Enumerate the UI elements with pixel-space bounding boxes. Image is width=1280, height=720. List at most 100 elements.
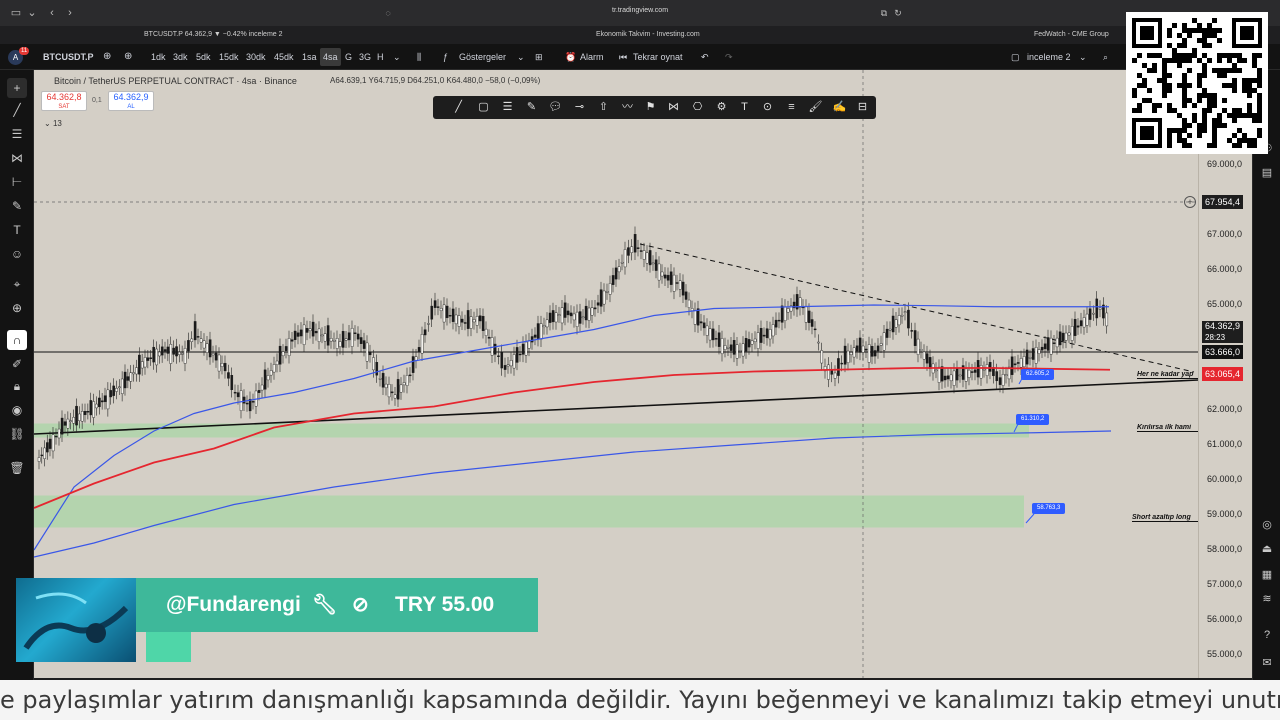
candles-icon[interactable]: ⫼ [414, 48, 424, 66]
lock-drawings-icon[interactable]: ✐ [7, 354, 27, 374]
reload-icon[interactable]: ↻ [890, 5, 906, 21]
candle-body [813, 328, 817, 331]
help-icon[interactable]: ? [1258, 626, 1276, 644]
rectangle-icon[interactable]: ▢ [475, 99, 492, 116]
text-icon[interactable]: T [736, 99, 753, 116]
node-icon[interactable]: ⎔ [689, 99, 706, 116]
chevron-down-icon[interactable]: ⌄ [390, 48, 404, 66]
target-icon[interactable]: ◎ [1258, 516, 1276, 534]
timeframe-h[interactable]: H [374, 48, 387, 66]
emoji-icon[interactable]: ☺ [7, 244, 27, 264]
horizontal-ray-icon[interactable]: ⊸ [571, 99, 588, 116]
timeframe-1sa[interactable]: 1sa [299, 48, 320, 66]
replay-icon[interactable]: ⏮ [616, 48, 630, 66]
qr-module [1167, 73, 1172, 78]
back-icon[interactable]: ‹ [44, 5, 60, 21]
price-axis[interactable]: 69.000,0 67.000,0 66.000,0 65.000,0 62.0… [1198, 70, 1252, 678]
ideas-icon[interactable]: ▤ [1258, 164, 1276, 182]
timeframe-3dk[interactable]: 3dk [170, 48, 191, 66]
timeframe-45dk[interactable]: 45dk [271, 48, 297, 66]
indicators-icon[interactable]: ƒ [440, 48, 451, 66]
line-icon[interactable]: ╱ [450, 99, 467, 116]
fib-icon[interactable]: ☰ [7, 124, 27, 144]
symbol-search[interactable]: BTCUSDT.P [40, 48, 97, 66]
tab-tradingview[interactable]: BTCUSDT.P 64.362,9 ▼ −0.42% inceleme 2 [144, 28, 283, 42]
timeframe-5dk[interactable]: 5dk [193, 48, 214, 66]
shield-icon[interactable]: ◌ [380, 5, 396, 21]
replay-button[interactable]: Tekrar oynat [630, 48, 686, 66]
indicators-button[interactable]: Göstergeler [456, 48, 509, 66]
redo-icon[interactable]: ↷ [722, 48, 736, 66]
chevron-down-icon[interactable]: ⌄ [24, 5, 40, 21]
timeframe-30dk[interactable]: 30dk [243, 48, 269, 66]
rss-icon[interactable]: ≋ [1258, 590, 1276, 608]
pattern-icon[interactable]: ⋈ [665, 99, 682, 116]
add-symbol-icon[interactable]: ⊕ [121, 48, 135, 66]
search-icon[interactable]: ⌕ [1100, 48, 1111, 66]
timeframe-1dk[interactable]: 1dk [148, 48, 169, 66]
layout-icon[interactable]: ▢ [1008, 48, 1023, 66]
browser-tabs: BTCUSDT.P 64.362,9 ▼ −0.42% inceleme 2 E… [0, 26, 1280, 44]
candle-body [515, 347, 519, 363]
crosshair-circle-icon[interactable]: ⊙ [759, 99, 776, 116]
brush-icon[interactable]: ✎ [7, 196, 27, 216]
measure-icon[interactable]: ⊟ [854, 99, 871, 116]
timeframe-3g[interactable]: 3G [356, 48, 374, 66]
tab-investing[interactable]: Ekonomik Takvim - Investing.com [596, 28, 700, 42]
notification-icon[interactable]: ✉ [1258, 654, 1276, 672]
qr-module [1207, 98, 1212, 103]
alarm-button[interactable]: Alarm [577, 48, 607, 66]
note-1[interactable]: Her ne kadar yap [1137, 371, 1198, 379]
lock-icon[interactable]: 🔒︎ [7, 376, 27, 396]
zoom-icon[interactable]: ⊕ [7, 298, 27, 318]
layout-name[interactable]: inceleme 2 [1024, 48, 1074, 66]
sell-button[interactable]: 64.362,8 SAT [41, 91, 87, 111]
list-icon[interactable]: ≡ [783, 99, 800, 116]
add-alert-icon[interactable]: + [1184, 196, 1196, 208]
timeframe-g[interactable]: G [342, 48, 355, 66]
buy-button[interactable]: 64.362,9 AL [108, 91, 154, 111]
timeframe-4sa[interactable]: 4sa [320, 48, 341, 66]
qr-module [1227, 53, 1232, 58]
chevron-down-icon[interactable]: ⌄ [514, 48, 528, 66]
ruler-icon[interactable]: ⌖ [7, 274, 27, 294]
note-3[interactable]: Short azaltıp long [1132, 514, 1198, 522]
settings-icon[interactable]: ⚙ [713, 99, 730, 116]
qr-module [1212, 143, 1217, 148]
note-2[interactable]: Kırılırsa ilk hami [1137, 424, 1198, 432]
callout-icon[interactable]: 💬︎ [547, 99, 564, 116]
tab-fedwatch[interactable]: FedWatch - CME Group [1034, 28, 1109, 42]
wave-icon[interactable]: 〰 [619, 99, 636, 116]
trendline-icon[interactable]: ╱ [7, 100, 27, 120]
indicators-collapse[interactable]: ⌄ 13 [44, 119, 62, 128]
pattern-icon[interactable]: ⋈ [7, 148, 27, 168]
arrow-up-icon[interactable]: ⇧ [595, 99, 612, 116]
brush-icon[interactable]: 🖌︎ [807, 99, 824, 116]
price-tag-3[interactable]: 58.763,3 [1032, 503, 1066, 514]
link-icon[interactable]: ⛓ [7, 424, 27, 444]
trash-icon[interactable]: 🗑︎ [7, 458, 27, 478]
undo-icon[interactable]: ↶ [698, 48, 712, 66]
qr-module [1202, 53, 1207, 58]
text-icon[interactable]: T [7, 220, 27, 240]
price-tag-2[interactable]: 61.310,2 [1016, 414, 1050, 425]
pencil-icon[interactable]: ✎ [523, 99, 540, 116]
layouts-icon[interactable]: ⊞ [532, 48, 546, 66]
calendar-icon[interactable]: ▦ [1258, 566, 1276, 584]
magnet-icon[interactable]: ∩ [7, 330, 27, 350]
url-bar[interactable]: tr.tradingview.com [612, 7, 668, 14]
flag-icon[interactable]: ⚑ [642, 99, 659, 116]
crosshair-icon[interactable]: + [7, 78, 27, 98]
channel-icon[interactable]: ☰ [499, 99, 516, 116]
eye-icon[interactable]: ◉ [7, 400, 27, 420]
candle-body [572, 313, 576, 321]
chevron-down-icon[interactable]: ⌄ [1076, 48, 1090, 66]
price-tag-1[interactable]: 62.605,2 [1021, 369, 1055, 380]
sidebar-toggle-icon[interactable]: ▭ [8, 5, 24, 21]
compare-icon[interactable]: ⊕ [100, 48, 114, 66]
timeframe-15dk[interactable]: 15dk [216, 48, 242, 66]
projection-icon[interactable]: ⊢ [7, 172, 27, 192]
hotlist-icon[interactable]: ⏏ [1258, 540, 1276, 558]
pen-icon[interactable]: ✍ [831, 99, 848, 116]
forward-icon[interactable]: › [62, 5, 78, 21]
